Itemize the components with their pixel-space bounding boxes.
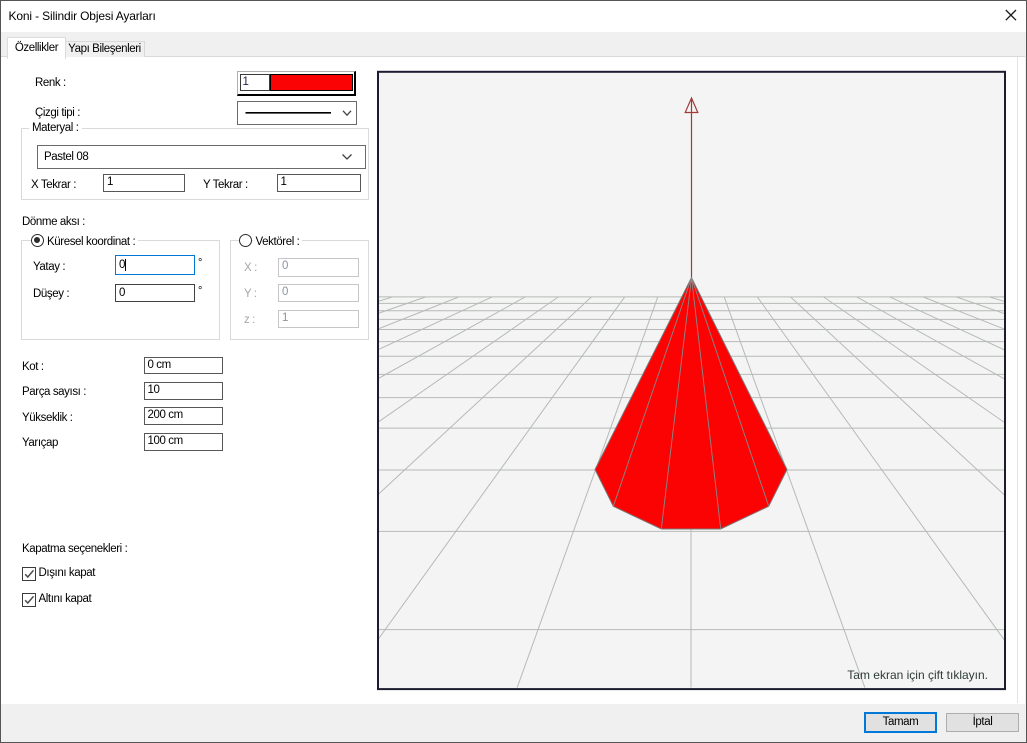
svg-text:Tam ekran için çift tıklayın.: Tam ekran için çift tıklayın.	[847, 668, 988, 682]
